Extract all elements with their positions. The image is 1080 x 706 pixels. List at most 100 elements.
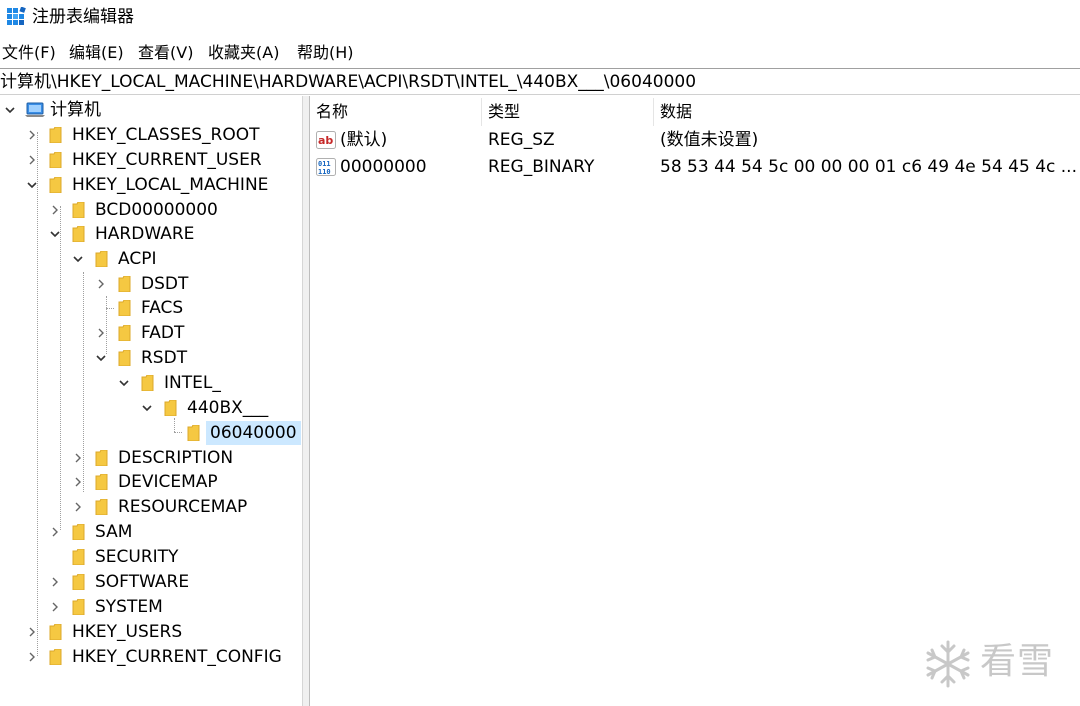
chevron-right-icon[interactable] <box>72 476 84 488</box>
tree-item[interactable]: ACPI <box>0 247 300 271</box>
tree-item-label: 06040000 <box>206 421 301 445</box>
chevron-right-icon[interactable] <box>72 501 84 513</box>
tree-root[interactable]: 计算机 <box>0 98 300 122</box>
chevron-right-icon[interactable] <box>95 278 107 290</box>
value-type: REG_BINARY <box>488 157 595 177</box>
string-value-icon: ab <box>316 131 336 149</box>
tree-item[interactable]: SOFTWARE <box>0 570 300 594</box>
tree-item-label: SYSTEM <box>95 597 163 617</box>
value-name: 00000000 <box>340 157 427 177</box>
value-data: 58 53 44 54 5c 00 00 00 01 c6 49 4e 54 4… <box>660 157 1077 177</box>
chevron-down-icon[interactable] <box>4 104 16 116</box>
address-bar[interactable]: 计算机\HKEY_LOCAL_MACHINE\HARDWARE\ACPI\RSD… <box>0 68 1080 95</box>
folder-icon <box>72 523 85 541</box>
tree-item-selected[interactable]: 06040000 <box>0 421 301 445</box>
chevron-right-icon[interactable] <box>26 651 38 663</box>
column-header-type[interactable]: 类型 <box>482 98 654 126</box>
chevron-down-icon[interactable] <box>118 377 130 389</box>
tree-item[interactable]: FADT <box>0 321 300 345</box>
chevron-right-icon[interactable] <box>26 129 38 141</box>
folder-open-icon <box>72 225 85 243</box>
chevron-down-icon[interactable] <box>49 228 61 240</box>
tree-item-label: ACPI <box>118 249 157 269</box>
menu-help[interactable]: 帮助(H) <box>297 40 354 66</box>
tree-item[interactable]: SAM <box>0 520 300 544</box>
tree-item[interactable]: HARDWARE <box>0 222 300 246</box>
tree-item[interactable]: SECURITY <box>0 545 300 569</box>
chevron-down-icon[interactable] <box>26 179 38 191</box>
tree-item[interactable]: BCD00000000 <box>0 198 300 222</box>
tree-item[interactable]: HKEY_CURRENT_USER <box>0 148 300 172</box>
folder-open-icon <box>164 399 177 417</box>
menu-file[interactable]: 文件(F) <box>2 40 56 66</box>
tree-item-label: SAM <box>95 522 133 542</box>
menu-favorites[interactable]: 收藏夹(A) <box>208 40 279 66</box>
value-name: (默认) <box>340 130 388 150</box>
tree-item[interactable]: INTEL_ <box>0 371 300 395</box>
tree-item[interactable]: DEVICEMAP <box>0 470 300 494</box>
regedit-icon <box>6 6 26 27</box>
address-path[interactable]: 计算机\HKEY_LOCAL_MACHINE\HARDWARE\ACPI\RSD… <box>0 71 696 93</box>
folder-icon <box>72 548 85 566</box>
folder-icon <box>95 473 108 491</box>
tree-item[interactable]: HKEY_LOCAL_MACHINE <box>0 173 300 197</box>
tree-item[interactable]: FACS <box>0 296 300 320</box>
tree-item[interactable]: HKEY_USERS <box>0 620 300 644</box>
chevron-right-icon[interactable] <box>95 327 107 339</box>
tree-item-label: DSDT <box>141 274 189 294</box>
column-header-name[interactable]: 名称 <box>310 98 482 126</box>
pane-splitter[interactable] <box>302 96 310 706</box>
chevron-right-icon[interactable] <box>49 576 61 588</box>
tree-item-label: BCD00000000 <box>95 200 218 220</box>
value-row[interactable]: ab (默认) REG_SZ (数值未设置) <box>310 127 1070 153</box>
tree-item[interactable]: HKEY_CURRENT_CONFIG <box>0 645 300 669</box>
folder-open-icon <box>95 250 108 268</box>
chevron-right-icon[interactable] <box>49 204 61 216</box>
tree-item-label: RSDT <box>141 348 188 368</box>
svg-text:ab: ab <box>318 134 333 147</box>
window-title: 注册表编辑器 <box>32 7 134 27</box>
menu-view[interactable]: 查看(V) <box>138 40 193 66</box>
tree-root-label: 计算机 <box>50 100 101 120</box>
value-row[interactable]: 011 110 00000000 REG_BINARY 58 53 44 54 … <box>310 154 1077 180</box>
value-data: (数值未设置) <box>660 130 759 150</box>
column-header-data[interactable]: 数据 <box>654 98 1064 126</box>
binary-value-icon: 011 110 <box>316 158 336 176</box>
tree-item-label: HARDWARE <box>95 224 195 244</box>
key-tree[interactable]: 计算机 HKEY_CLASSES_ROOT HKEY_CURRENT_USER … <box>0 96 302 706</box>
tree-item[interactable]: DESCRIPTION <box>0 446 300 470</box>
folder-icon <box>187 424 200 442</box>
chevron-right-icon[interactable] <box>26 626 38 638</box>
tree-item-label: DESCRIPTION <box>118 448 234 468</box>
tree-item[interactable]: DSDT <box>0 272 300 296</box>
tree-item-label: FACS <box>141 298 184 318</box>
tree-item[interactable]: 440BX___ <box>0 396 300 420</box>
tree-item[interactable]: RESOURCEMAP <box>0 495 300 519</box>
tree-item[interactable]: SYSTEM <box>0 595 300 619</box>
folder-icon <box>49 648 62 666</box>
folder-icon <box>118 275 131 293</box>
value-list[interactable]: 名称 类型 数据 ab (默认) REG_SZ (数值未设置) 011 110 … <box>310 96 1080 706</box>
folder-icon <box>72 201 85 219</box>
menu-edit[interactable]: 编辑(E) <box>69 40 124 66</box>
folder-icon <box>118 324 131 342</box>
tree-item-label: HKEY_CURRENT_CONFIG <box>72 647 282 667</box>
snowflake-icon <box>922 638 974 690</box>
folder-icon <box>72 598 85 616</box>
tree-item-label: 440BX___ <box>187 398 269 418</box>
chevron-down-icon[interactable] <box>95 352 107 364</box>
chevron-right-icon[interactable] <box>26 154 38 166</box>
tree-item[interactable]: RSDT <box>0 346 300 370</box>
value-type: REG_SZ <box>488 130 555 150</box>
chevron-down-icon[interactable] <box>141 402 153 414</box>
tree-item[interactable]: HKEY_CLASSES_ROOT <box>0 123 300 147</box>
chevron-down-icon[interactable] <box>72 253 84 265</box>
chevron-right-icon[interactable] <box>72 452 84 464</box>
chevron-right-icon[interactable] <box>49 601 61 613</box>
tree-item-label: SECURITY <box>95 547 179 567</box>
chevron-right-icon[interactable] <box>49 526 61 538</box>
watermark-text: 看雪 <box>980 641 1055 682</box>
tree-item-label: HKEY_CURRENT_USER <box>72 150 262 170</box>
tree-item-label: RESOURCEMAP <box>118 497 248 517</box>
folder-open-icon <box>141 374 154 392</box>
